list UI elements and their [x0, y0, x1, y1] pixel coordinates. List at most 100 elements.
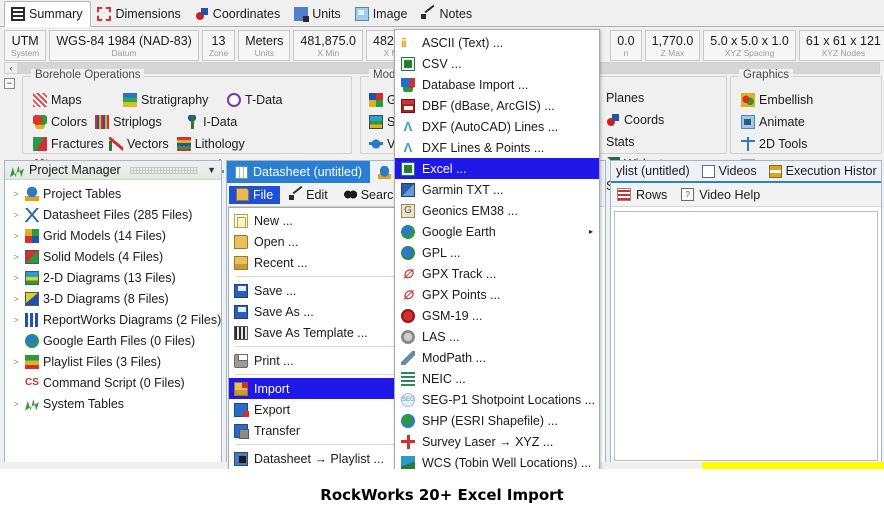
submenu-item-modpath[interactable]: ModPath ...	[395, 347, 599, 368]
info-label: XYZ Spacing	[724, 47, 775, 58]
menu-item-transfer[interactable]: Transfer ▸	[229, 420, 405, 441]
info-cell-zmax[interactable]: 1,770.0 Z Max	[644, 30, 701, 61]
tree-item-3d-diagrams[interactable]: > 3-D Diagrams (8 Files)	[5, 288, 221, 309]
ribbon-item-i-data[interactable]: I-Data	[185, 111, 281, 132]
submenu-item-excel[interactable]: Excel ...	[395, 158, 599, 179]
submenu-item-dxf-lines-points[interactable]: Λ DXF Lines & Points ...	[395, 137, 599, 158]
expander-icon[interactable]: >	[11, 315, 21, 325]
submenu-item-gpx-track[interactable]: ∅ GPX Track ...	[395, 263, 599, 284]
info-cell-xyz-spacing[interactable]: 5.0 x 5.0 x 1.0 XYZ Spacing	[703, 30, 796, 61]
expander-icon[interactable]: >	[11, 294, 21, 304]
menu-item-save-as-template[interactable]: Save As Template ...	[229, 322, 405, 343]
info-cell-xmin[interactable]: 481,875.0 X Min	[293, 30, 363, 61]
tab-units[interactable]: Units	[288, 2, 348, 26]
info-cell-xyz-nodes[interactable]: 61 x 61 x 121 XYZ Nodes	[798, 30, 884, 61]
ribbon-item-planes[interactable]: Planes	[606, 87, 662, 108]
submenu-item-csv[interactable]: CSV ...	[395, 53, 599, 74]
dimensions-icon	[97, 7, 112, 21]
submenu-item-shp[interactable]: SHP (ESRI Shapefile) ...	[395, 410, 599, 431]
expander-icon[interactable]: >	[11, 357, 21, 367]
menu-item-export[interactable]: Export ▸	[229, 399, 405, 420]
ribbon-item-t-data[interactable]: T-Data	[227, 89, 295, 110]
info-cell-zone[interactable]: 13 Zone	[201, 30, 236, 61]
tree-item-system-tables[interactable]: > System Tables	[5, 393, 221, 414]
submenu-item-dxf-autocad-lines[interactable]: Λ DXF (AutoCAD) Lines ...	[395, 116, 599, 137]
info-cell-datum[interactable]: WGS-84 1984 (NAD-83) Datum	[49, 30, 199, 61]
tree-item-2d-diagrams[interactable]: > 2-D Diagrams (13 Files)	[5, 267, 221, 288]
ribbon-item-maps[interactable]: Maps	[33, 89, 115, 110]
chevron-down-icon[interactable]: ▼	[207, 165, 216, 175]
ribbon-item-lithology[interactable]: Lithology	[176, 133, 259, 154]
tab-image[interactable]: Image	[349, 2, 416, 26]
menu-item-new[interactable]: New ...	[229, 210, 405, 231]
tree-item-grid-models[interactable]: > Grid Models (14 Files)	[5, 225, 221, 246]
info-cell-zmin[interactable]: 0.0 n	[610, 30, 642, 61]
tab-datasheet-untitled[interactable]: Datasheet (untitled)	[227, 161, 371, 183]
submenu-item-dbf[interactable]: DBF (dBase, ArcGIS) ...	[395, 95, 599, 116]
tree-item-playlist-files[interactable]: > Playlist Files (3 Files)	[5, 351, 221, 372]
tree-item-project-tables[interactable]: > Project Tables	[5, 183, 221, 204]
submenu-item-geonics-em38[interactable]: G Geonics EM38 ...	[395, 200, 599, 221]
scroll-left-icon[interactable]: ‹	[5, 63, 17, 73]
ribbon-item-striplogs[interactable]: Striplogs	[95, 111, 177, 132]
tree-item-google-earth-files[interactable]: Google Earth Files (0 Files)	[5, 330, 221, 351]
tab-execution-history[interactable]: Execution Histor	[766, 164, 880, 178]
expander-icon[interactable]: >	[11, 399, 21, 409]
expander-icon[interactable]: >	[11, 231, 21, 241]
menu-item-datasheet-to-playlist[interactable]: Datasheet → Playlist ...	[229, 448, 405, 469]
expander-icon[interactable]: >	[11, 189, 21, 199]
submenu-item-wcs[interactable]: WCS (Tobin Well Locations) ...	[395, 452, 599, 469]
submenu-item-survey-laser[interactable]: Survey Laser → XYZ ...	[395, 431, 599, 452]
submenu-item-gpl[interactable]: GPL ...	[395, 242, 599, 263]
menu-edit[interactable]: Edit	[282, 186, 335, 204]
submenu-item-gpx-points[interactable]: ∅ GPX Points ...	[395, 284, 599, 305]
tree-item-reportworks-diagrams[interactable]: > ReportWorks Diagrams (2 Files)	[5, 309, 221, 330]
ribbon-item-fractures[interactable]: Fractures	[33, 133, 104, 154]
ribbon-item-embellish[interactable]: Embellish	[741, 89, 823, 110]
tab-videos[interactable]: Videos	[699, 164, 760, 178]
ribbon-item-vectors[interactable]: Vectors	[109, 133, 169, 154]
menu-item-save-as[interactable]: Save As ...	[229, 301, 405, 322]
ribbon-item-animate[interactable]: Animate	[741, 111, 805, 132]
menu-item-open[interactable]: Open ...	[229, 231, 405, 252]
submenu-item-ascii[interactable]: ii ASCII (Text) ...	[395, 32, 599, 53]
toolbar-rows-button[interactable]: Rows	[617, 188, 667, 202]
toolbar-video-help-button[interactable]: ? Video Help	[681, 188, 760, 202]
submenu-item-neic[interactable]: NEIC ...	[395, 368, 599, 389]
submenu-item-label: Excel ...	[422, 161, 467, 176]
submenu-item-gsm-19[interactable]: GSM-19 ...	[395, 305, 599, 326]
item-label: Stats	[606, 134, 635, 149]
ribbon-item-2d-tools[interactable]: 2D Tools	[741, 133, 823, 154]
menu-item-recent[interactable]: Recent ...	[229, 252, 405, 273]
ribbon-collapse-button[interactable]: −	[4, 78, 15, 89]
menu-file[interactable]: File	[229, 185, 281, 204]
tab-summary[interactable]: Summary	[4, 1, 92, 27]
tab-dimensions[interactable]: Dimensions	[91, 2, 188, 26]
menu-item-save[interactable]: Save ...	[229, 280, 405, 301]
tab-notes[interactable]: Notes	[415, 2, 480, 26]
expander-icon[interactable]: >	[11, 252, 21, 262]
ribbon-item-coords[interactable]: Coords	[606, 109, 664, 130]
tab-playlist-untitled[interactable]: ylist (untitled)	[613, 164, 693, 178]
tab-coordinates[interactable]: Coordinates	[189, 2, 288, 26]
submenu-item-database-import[interactable]: Database Import ...	[395, 74, 599, 95]
ribbon-item-colors[interactable]: Colors	[33, 111, 87, 132]
tree-item-datasheet-files[interactable]: > Datasheet Files (285 Files)	[5, 204, 221, 225]
tree-item-solid-models[interactable]: > Solid Models (4 Files)	[5, 246, 221, 267]
info-cell-system[interactable]: UTM System	[4, 30, 47, 61]
submenu-item-seg-p1[interactable]: SEG SEG-P1 Shotpoint Locations ...	[395, 389, 599, 410]
playlist-content-area[interactable]	[614, 211, 878, 461]
submenu-item-las[interactable]: LAS ...	[395, 326, 599, 347]
tree-item-label: ReportWorks Diagrams (2 Files)	[43, 312, 222, 327]
expander-icon[interactable]: >	[11, 210, 21, 220]
submenu-item-garmin-txt[interactable]: Garmin TXT ...	[395, 179, 599, 200]
ribbon-item-stratigraphy[interactable]: Stratigraphy	[123, 89, 219, 110]
menu-item-import[interactable]: Import ▸	[229, 378, 405, 399]
expander-icon[interactable]: >	[11, 273, 21, 283]
info-cell-units[interactable]: Meters Units	[238, 30, 291, 61]
ribbon-item-stats[interactable]: Stats	[606, 131, 662, 152]
menu-item-print[interactable]: Print ...	[229, 350, 405, 371]
tree-item-command-script[interactable]: CS Command Script (0 Files)	[5, 372, 221, 393]
drag-handle[interactable]	[129, 166, 199, 174]
submenu-item-google-earth[interactable]: Google Earth ▸	[395, 221, 599, 242]
